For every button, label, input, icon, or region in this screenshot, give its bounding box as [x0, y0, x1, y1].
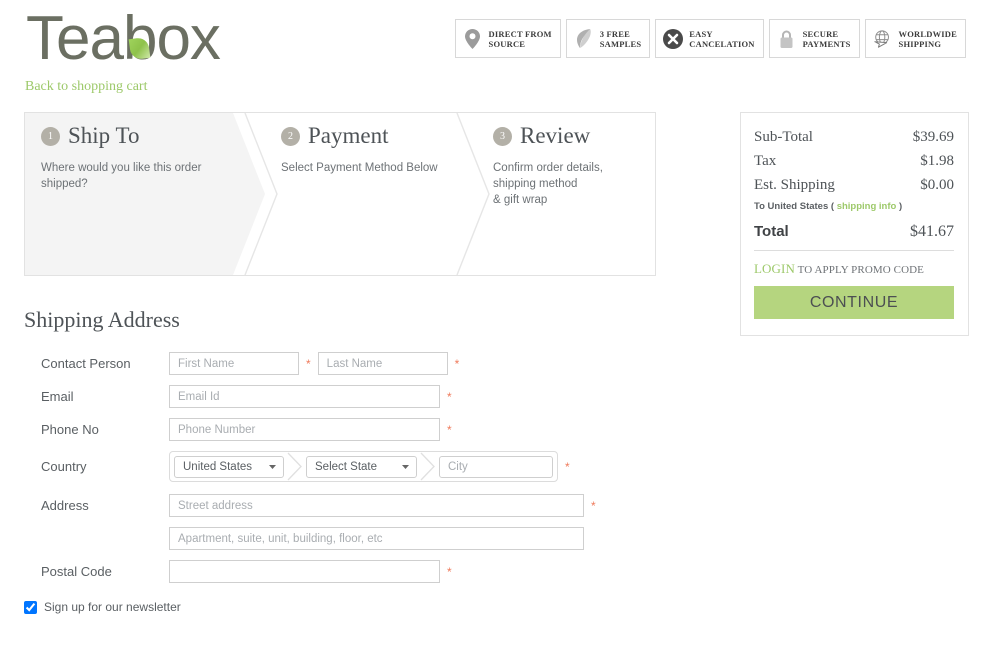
chevron-down-icon [269, 464, 276, 469]
step-ship-to[interactable]: 1 Ship To Where would you like this orde… [25, 113, 265, 275]
ship-note-prefix: To United States ( [754, 201, 837, 212]
order-summary-panel: Sub-Total $39.69 Tax $1.98 Est. Shipping… [740, 112, 969, 336]
form-row-phone: Phone No * [24, 418, 644, 441]
summary-value: $1.98 [920, 153, 954, 169]
promo-hint-text: TO APPLY PROMO CODE [794, 264, 924, 276]
required-asterisk: * [591, 498, 596, 513]
checkout-steps: 1 Ship To Where would you like this orde… [24, 112, 656, 276]
shipping-address-form: Contact Person * * Email * Phone No * Co… [24, 352, 644, 593]
email-label: Email [41, 389, 74, 404]
step-header: 1 Ship To [25, 123, 265, 149]
login-link[interactable]: LOGIN [754, 261, 795, 276]
step-number-badge: 1 [41, 126, 60, 146]
lock-icon [777, 28, 797, 50]
badge-label: DIRECT FROM SOURCE [488, 28, 552, 49]
step-description: Select Payment Method Below [281, 162, 438, 174]
country-selected-value: United States [183, 460, 253, 473]
logo-wordmark: Teabox [26, 4, 221, 73]
country-state-city-group: United States Select State [169, 451, 558, 482]
step-number-badge: 2 [281, 126, 300, 146]
contact-person-label: Contact Person [41, 356, 131, 371]
required-asterisk: * [447, 564, 452, 579]
required-asterisk: * [565, 459, 570, 474]
apartment-input[interactable] [169, 527, 584, 550]
step-review[interactable]: 3 Review Confirm order details, shipping… [477, 113, 655, 275]
geo-separator-2 [417, 451, 439, 482]
required-asterisk: * [454, 356, 460, 371]
leaf-icon [574, 28, 594, 50]
page-header: Teabox Back to shopping cart DIRECT FROM… [0, 0, 996, 100]
x-circle-icon [663, 28, 684, 50]
state-selected-value: Select State [315, 460, 378, 473]
badge-3-free-samples[interactable]: 3 FREE SAMPLES [565, 19, 651, 58]
first-name-input[interactable] [169, 352, 299, 375]
required-asterisk: * [447, 422, 452, 437]
badge-worldwide-shipping[interactable]: WORLDWIDE SHIPPING [864, 19, 966, 58]
required-asterisk: * [447, 389, 452, 404]
summary-label: Tax [754, 153, 777, 169]
globe-plane-icon [873, 28, 893, 50]
email-input[interactable] [169, 385, 440, 408]
badge-label: 3 FREE SAMPLES [599, 28, 642, 49]
step-description: Confirm order details, shipping method &… [493, 162, 603, 206]
badge-label: SECURE PAYMENTS [802, 28, 851, 49]
step-header: 3 Review [477, 123, 655, 149]
summary-label: Sub-Total [754, 129, 813, 145]
form-row-apartment [24, 527, 644, 550]
summary-value: $0.00 [920, 177, 954, 193]
state-select[interactable]: Select State [306, 455, 417, 478]
summary-label: Est. Shipping [754, 177, 835, 193]
city-input[interactable] [439, 455, 553, 478]
trust-badges: DIRECT FROM SOURCE 3 FREE SAMPLES EASY C… [454, 19, 966, 58]
step-title: Payment [308, 123, 389, 148]
badge-label: EASY CANCELATION [689, 28, 755, 49]
phone-label: Phone No [41, 422, 99, 437]
country-label: Country [41, 459, 87, 474]
badge-secure-payments[interactable]: SECURE PAYMENTS [768, 19, 860, 58]
map-pin-icon [463, 28, 483, 50]
phone-input[interactable] [169, 418, 440, 441]
ship-note-suffix: ) [896, 201, 903, 212]
step-payment[interactable]: 2 Payment Select Payment Method Below [265, 113, 477, 275]
page-title: Shipping Address [24, 307, 180, 332]
form-row-country: Country United States Select State * [24, 451, 644, 482]
street-address-input[interactable] [169, 494, 584, 517]
newsletter-signup[interactable]: Sign up for our newsletter [24, 600, 181, 614]
country-select[interactable]: United States [174, 455, 284, 478]
last-name-input[interactable] [317, 352, 448, 375]
summary-row-subtotal: Sub-Total $39.69 [754, 129, 954, 146]
step-title: Ship To [68, 123, 140, 148]
total-label: Total [754, 223, 789, 240]
teabox-logo[interactable]: Teabox [26, 6, 266, 72]
badge-easy-cancelation[interactable]: EASY CANCELATION [655, 19, 764, 58]
form-row-postal-code: Postal Code * [24, 560, 644, 583]
postal-code-input[interactable] [169, 560, 440, 583]
badge-label: WORLDWIDE SHIPPING [898, 28, 957, 49]
summary-row-shipping: Est. Shipping $0.00 [754, 177, 954, 194]
newsletter-checkbox[interactable] [24, 600, 37, 614]
summary-value: $39.69 [912, 129, 954, 145]
summary-row-tax: Tax $1.98 [754, 153, 954, 170]
address-label: Address [41, 498, 89, 513]
shipping-destination-note: To United States ( shipping info ) [754, 201, 954, 212]
form-row-contact-person: Contact Person * * [24, 352, 644, 375]
geo-separator-1 [284, 451, 306, 482]
step-header: 2 Payment [265, 123, 477, 149]
step-title: Review [520, 123, 591, 148]
shipping-info-link[interactable]: shipping info [837, 201, 897, 212]
back-to-shopping-cart-link[interactable]: Back to shopping cart [25, 79, 147, 95]
step-number-badge: 3 [493, 126, 512, 146]
required-asterisk: * [306, 356, 311, 371]
promo-code-hint: LOGIN TO APPLY PROMO CODE [754, 261, 954, 277]
summary-row-total: Total $41.67 [754, 223, 954, 251]
form-row-street-address: Address * [24, 494, 644, 517]
total-value: $41.67 [910, 223, 954, 240]
chevron-down-icon [402, 464, 409, 469]
form-row-email: Email * [24, 385, 644, 408]
postal-code-label: Postal Code [41, 564, 112, 579]
newsletter-label: Sign up for our newsletter [44, 600, 181, 614]
step-description: Where would you like this order shipped? [41, 162, 202, 190]
continue-button[interactable]: CONTINUE [754, 286, 954, 319]
badge-direct-from-source[interactable]: DIRECT FROM SOURCE [454, 19, 561, 58]
